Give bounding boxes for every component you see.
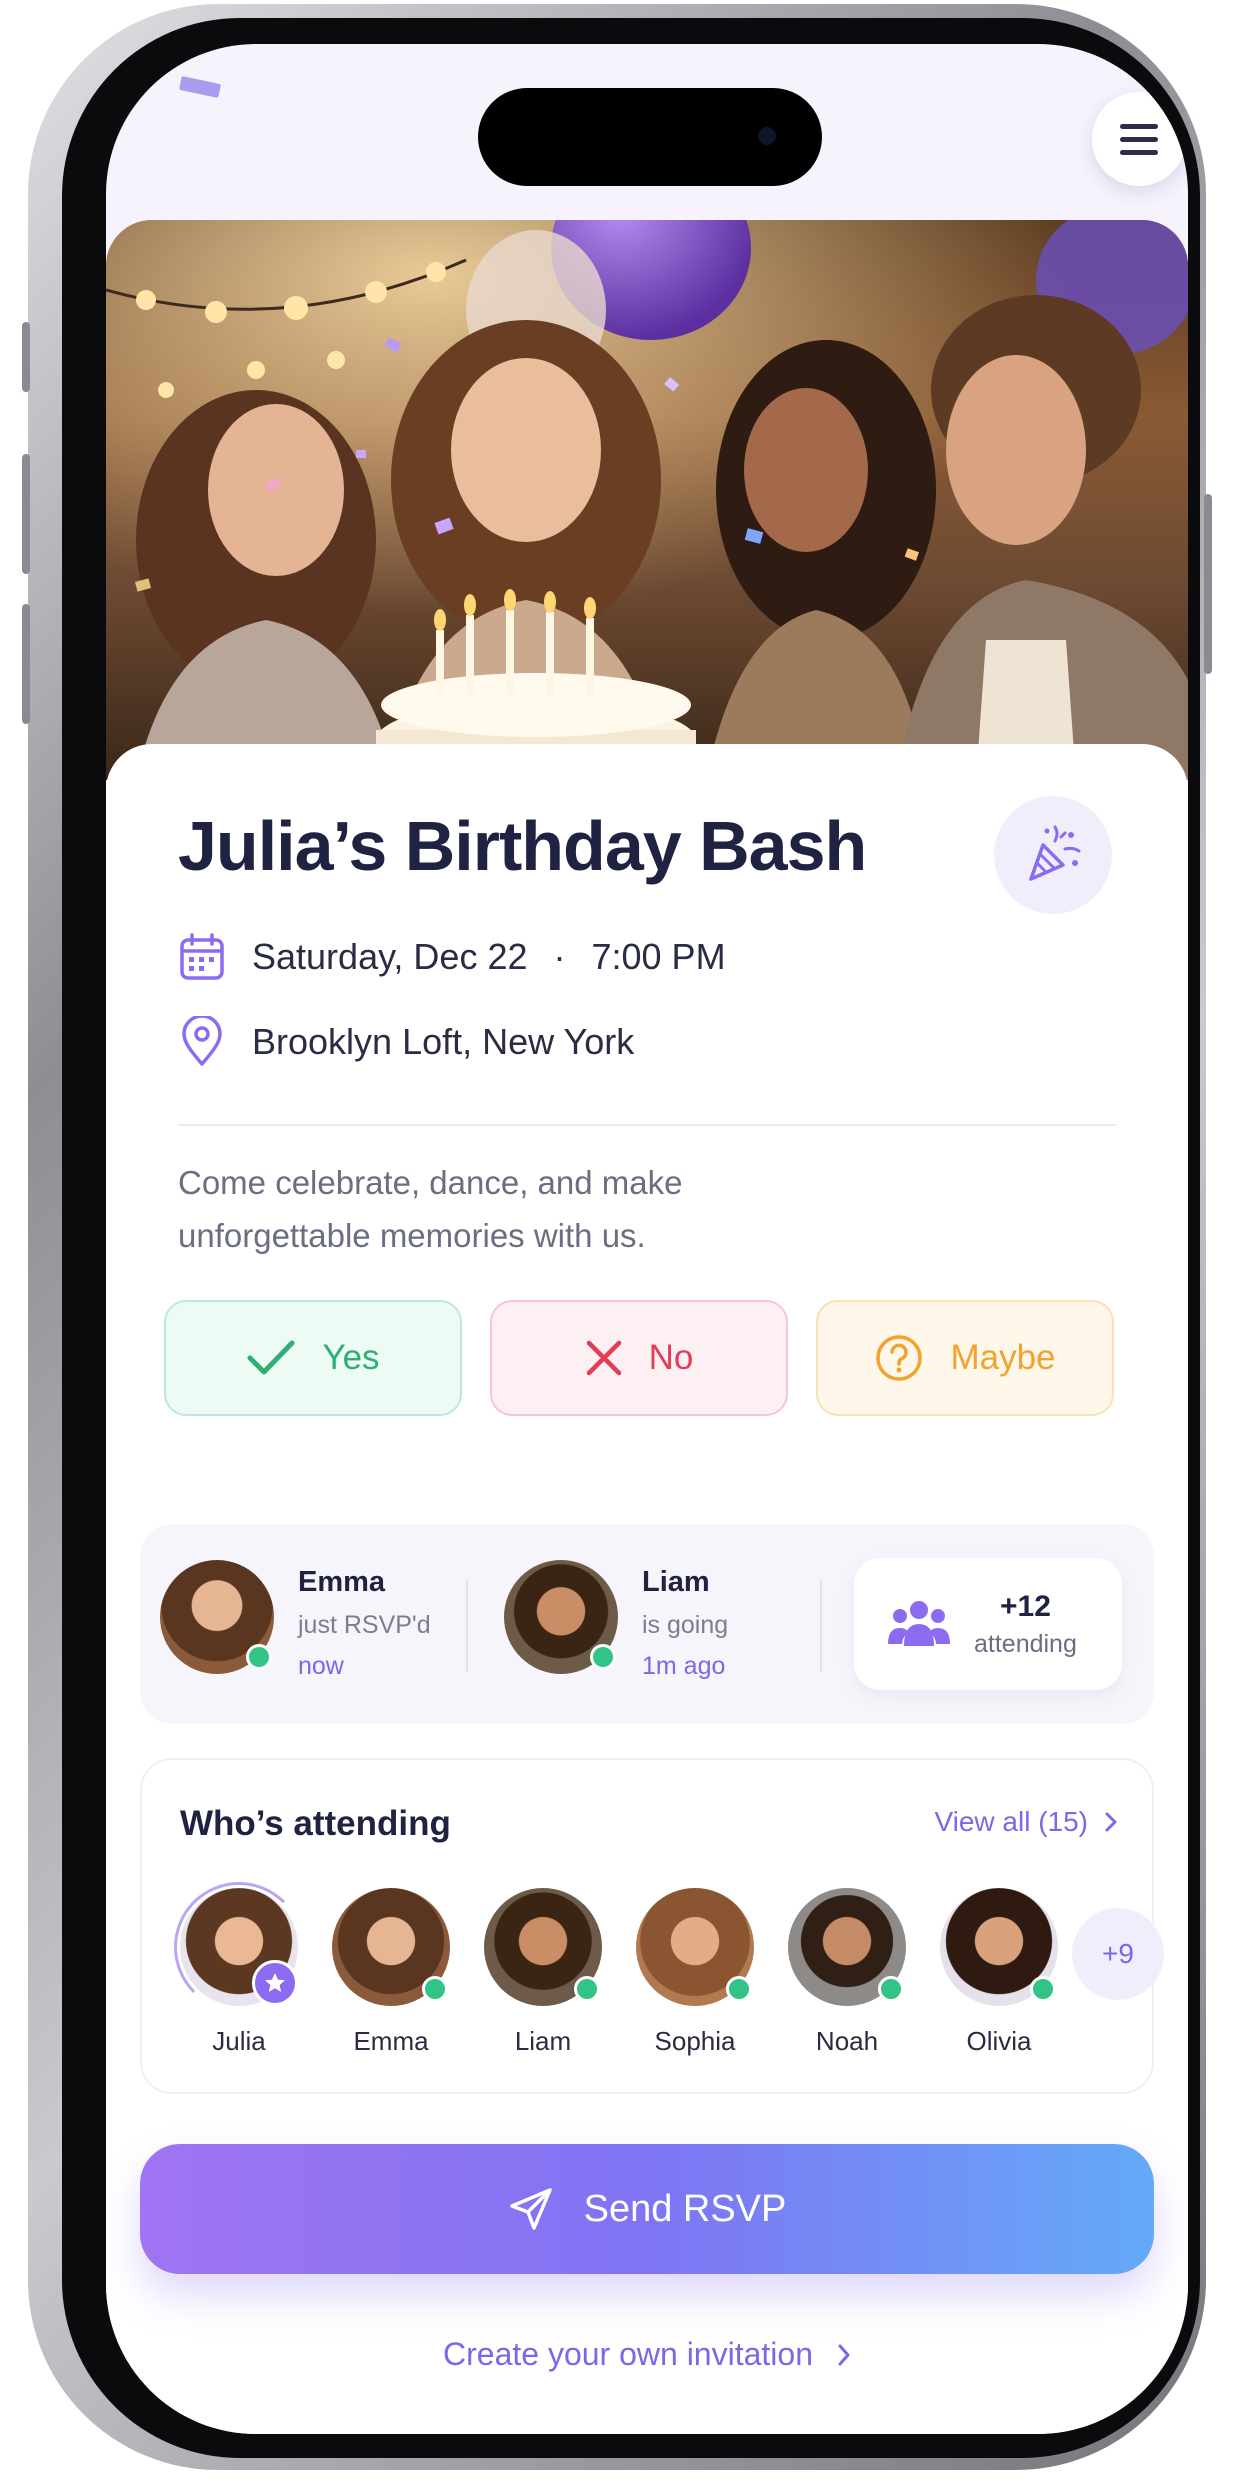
activity-status: just RSVP'd	[298, 1611, 431, 1639]
chevron-right-icon	[1105, 1812, 1117, 1832]
view-all-link[interactable]: View all (15)	[934, 1806, 1118, 1838]
party-photo-illustration	[106, 220, 1188, 780]
menu-button[interactable]	[1092, 92, 1186, 186]
create-invitation-link[interactable]: Create your own invitation	[106, 2336, 1188, 2373]
view-all-label: View all (15)	[934, 1806, 1088, 1837]
activity-item[interactable]: Emma just RSVP'd now	[160, 1560, 431, 1681]
divider	[820, 1580, 822, 1672]
attendee-name: Sophia	[654, 2026, 736, 2056]
create-invitation-label: Create your own invitation	[443, 2336, 813, 2372]
send-rsvp-label: Send RSVP	[583, 2187, 787, 2230]
activity-status: is going	[642, 1611, 729, 1639]
power-button	[1204, 494, 1212, 674]
activity-item[interactable]: Liam is going 1m ago	[504, 1560, 728, 1681]
attending-label: attending	[974, 1629, 1077, 1658]
attendees-title: Who’s attending	[180, 1804, 451, 1843]
send-icon	[509, 2188, 552, 2230]
chevron-right-icon	[838, 2344, 850, 2365]
attendee-name: Noah	[815, 2026, 879, 2056]
hero-photo	[106, 220, 1188, 780]
event-time: 7:00 PM	[591, 936, 726, 977]
party-button[interactable]	[994, 796, 1112, 914]
event-date: Saturday, Dec 22	[252, 936, 528, 977]
attendee-name: Olivia	[966, 2026, 1032, 2056]
event-title: Julia’s Birthday Bash	[178, 807, 867, 885]
attendees-section: Who’s attending View all (15) Julia Emma…	[140, 1758, 1154, 2094]
date-separator: ·	[553, 936, 566, 977]
phone-frame: Julia’s Birthday Bash Saturday, Dec 22 ·…	[22, 4, 1212, 2470]
event-description: Come celebrate, dance, and make unforget…	[178, 1164, 683, 1254]
check-icon	[247, 1340, 295, 1375]
attendee[interactable]: Olivia	[940, 1888, 1058, 2057]
menu-icon	[1120, 123, 1158, 129]
calendar-icon	[180, 933, 224, 980]
activity-name: Emma	[298, 1566, 386, 1598]
event-location: Brooklyn Loft, New York	[252, 1021, 635, 1062]
recent-activity: Emma just RSVP'd now Liam is going 1m ag…	[140, 1524, 1154, 1724]
divider	[178, 1124, 1116, 1126]
send-rsvp-button[interactable]: Send RSVP	[140, 2144, 1154, 2274]
volume-down-button	[22, 604, 30, 724]
activity-time: 1m ago	[642, 1652, 726, 1680]
online-indicator	[590, 1644, 616, 1670]
attending-count-card[interactable]: +12 attending	[854, 1558, 1122, 1690]
screen: Julia’s Birthday Bash Saturday, Dec 22 ·…	[106, 44, 1188, 2434]
location-row[interactable]: Brooklyn Loft, New York	[178, 1016, 634, 1068]
attendee-name: Liam	[514, 2026, 572, 2056]
rsvp-yes-button[interactable]: Yes	[164, 1300, 462, 1416]
online-indicator	[246, 1644, 272, 1670]
more-attendees-button[interactable]: +9	[1072, 1908, 1164, 2000]
action-button	[22, 322, 30, 392]
rsvp-yes-label: Yes	[322, 1338, 380, 1377]
attending-count: +12	[999, 1589, 1051, 1623]
rsvp-no-label: No	[648, 1338, 694, 1377]
online-indicator	[574, 1976, 600, 2002]
attendee[interactable]: Sophia	[636, 1888, 754, 2057]
attendee-name: Emma	[353, 2026, 429, 2056]
host-badge	[252, 1960, 298, 2006]
rsvp-maybe-button[interactable]: Maybe	[816, 1300, 1114, 1416]
question-icon	[876, 1335, 923, 1381]
dynamic-island	[478, 88, 822, 186]
rsvp-maybe-label: Maybe	[950, 1338, 1056, 1377]
confetti-decoration	[178, 75, 222, 99]
volume-up-button	[22, 454, 30, 574]
attendee[interactable]: Noah	[788, 1888, 906, 2057]
event-card: Julia’s Birthday Bash Saturday, Dec 22 ·…	[106, 744, 1188, 2434]
activity-name: Liam	[642, 1566, 710, 1598]
divider	[466, 1580, 468, 1672]
date-row: Saturday, Dec 22 · 7:00 PM	[178, 932, 726, 982]
attendee[interactable]: Emma	[332, 1888, 450, 2057]
star-icon	[265, 1973, 285, 1992]
location-pin-icon	[182, 1016, 222, 1066]
attendee-name: Julia	[212, 2026, 266, 2056]
party-popper-icon	[1029, 825, 1081, 881]
attendee[interactable]: Liam	[484, 1888, 602, 2057]
attendee-host[interactable]: Julia	[174, 1882, 304, 2057]
group-icon	[888, 1601, 950, 1646]
online-indicator	[422, 1976, 448, 2002]
x-icon	[586, 1340, 621, 1376]
rsvp-no-button[interactable]: No	[490, 1300, 788, 1416]
activity-time: now	[298, 1652, 344, 1680]
online-indicator	[1030, 1976, 1056, 2002]
online-indicator	[726, 1976, 752, 2002]
online-indicator	[878, 1976, 904, 2002]
